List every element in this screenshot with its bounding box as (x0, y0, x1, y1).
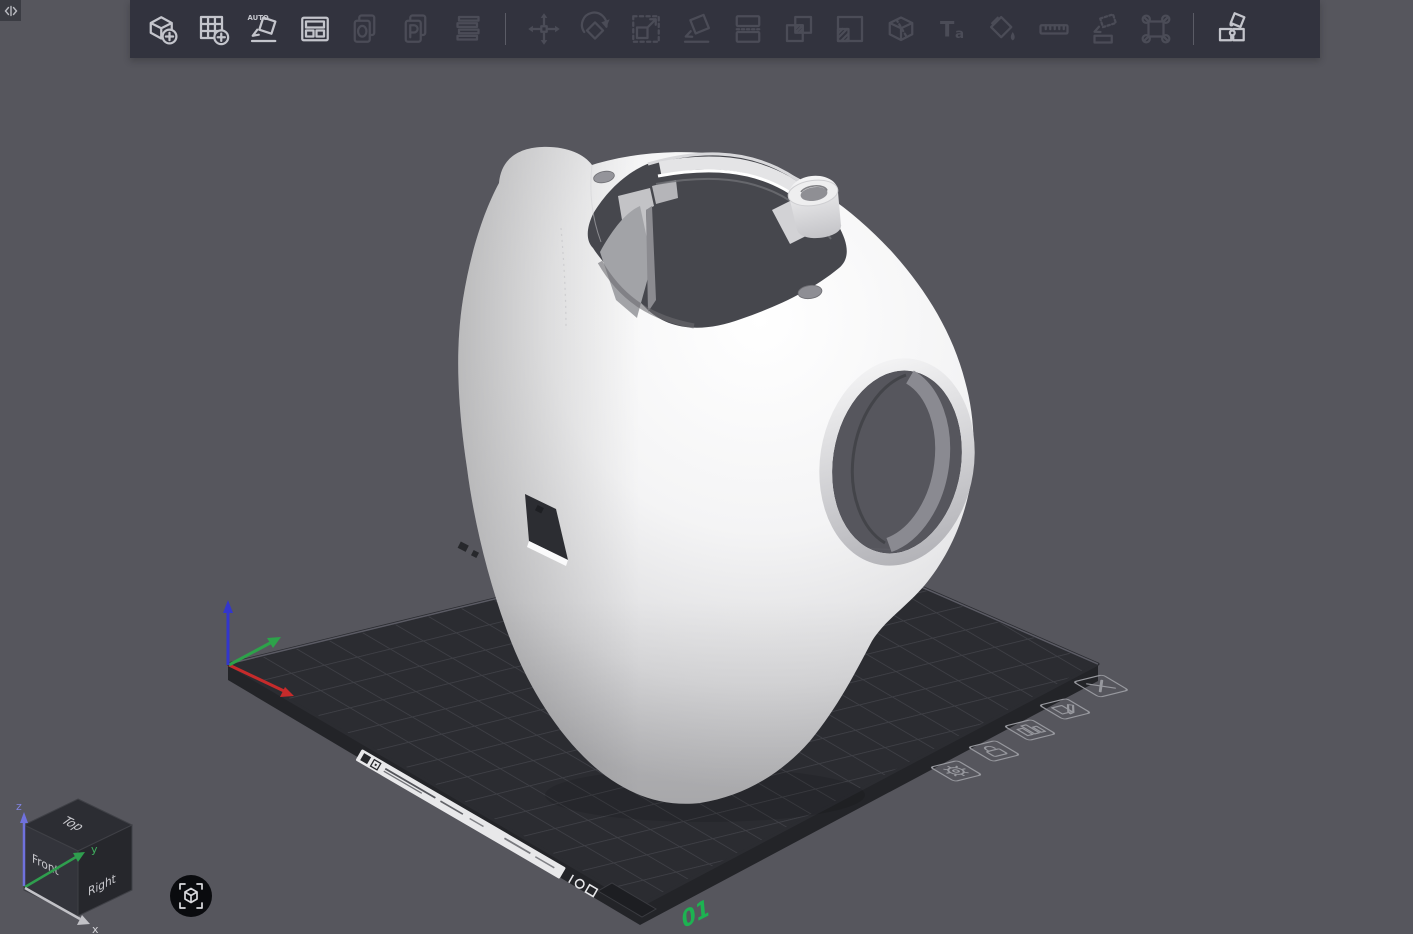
assembly-view-icon (1214, 11, 1250, 47)
rotate-icon (577, 11, 613, 47)
move-icon (526, 11, 562, 47)
cut-icon (883, 11, 919, 47)
add-text-icon: T a (934, 11, 970, 47)
viewport-3d[interactable]: 01 (0, 0, 1413, 934)
svg-text:a: a (955, 26, 964, 42)
add-plate-button[interactable] (187, 0, 238, 58)
svg-text:T: T (940, 18, 955, 42)
scale-icon (628, 11, 664, 47)
plate-layout-icon (297, 11, 333, 47)
duplicate-plates-icon (399, 11, 435, 47)
duplicate-objects-icon (348, 11, 384, 47)
assembly-view-button[interactable] (1206, 0, 1257, 58)
split-to-parts-icon (781, 11, 817, 47)
seam-paint-icon (1138, 11, 1174, 47)
move-button[interactable] (518, 0, 569, 58)
place-on-face-button[interactable] (671, 0, 722, 58)
fit-view-button[interactable] (170, 875, 212, 917)
object-list-icon (450, 11, 486, 47)
variable-layer-height-icon (832, 11, 868, 47)
duplicate-objects-button[interactable] (340, 0, 391, 58)
gizmo-axis-z: z (16, 800, 22, 813)
split-to-objects-button[interactable] (722, 0, 773, 58)
add-plate-icon (195, 11, 231, 47)
scale-button[interactable] (620, 0, 671, 58)
split-to-objects-icon (730, 11, 766, 47)
add-object-icon (144, 11, 180, 47)
collapse-panel-icon (3, 3, 19, 19)
add-text-button[interactable]: T a (926, 0, 977, 58)
plate-logo-marks (458, 542, 479, 559)
toolbar-separator (505, 13, 506, 45)
auto-arrange-icon: AUTO (246, 11, 282, 47)
color-paint-button[interactable] (977, 0, 1028, 58)
measure-button[interactable] (1028, 0, 1079, 58)
cut-button[interactable] (875, 0, 926, 58)
collapse-panel-button[interactable] (0, 0, 21, 21)
color-paint-icon (985, 11, 1021, 47)
toolbar-separator (1193, 13, 1194, 45)
variable-layer-height-button[interactable] (824, 0, 875, 58)
support-paint-icon (1087, 11, 1123, 47)
duplicate-plates-button[interactable] (391, 0, 442, 58)
seam-paint-button[interactable] (1130, 0, 1181, 58)
gizmo-axis-y: y (91, 843, 98, 856)
gizmo-cube[interactable]: Top Front Right z y x (16, 799, 132, 934)
auto-arrange-button[interactable]: AUTO (238, 0, 289, 58)
object-list-button[interactable] (442, 0, 493, 58)
model-tube-inner-wall (889, 377, 943, 545)
place-on-face-icon (679, 11, 715, 47)
model-tube-inner-edge (852, 375, 906, 543)
plate-layout-button[interactable] (289, 0, 340, 58)
add-object-button[interactable] (136, 0, 187, 58)
support-paint-button[interactable] (1079, 0, 1130, 58)
measure-icon (1036, 11, 1072, 47)
split-to-parts-button[interactable] (773, 0, 824, 58)
rotate-button[interactable] (569, 0, 620, 58)
gizmo-axis-x: x (92, 923, 99, 934)
main-toolbar: AUTO (130, 0, 1320, 58)
application-window: 01 (0, 0, 1413, 934)
lock-icon (980, 745, 1007, 757)
